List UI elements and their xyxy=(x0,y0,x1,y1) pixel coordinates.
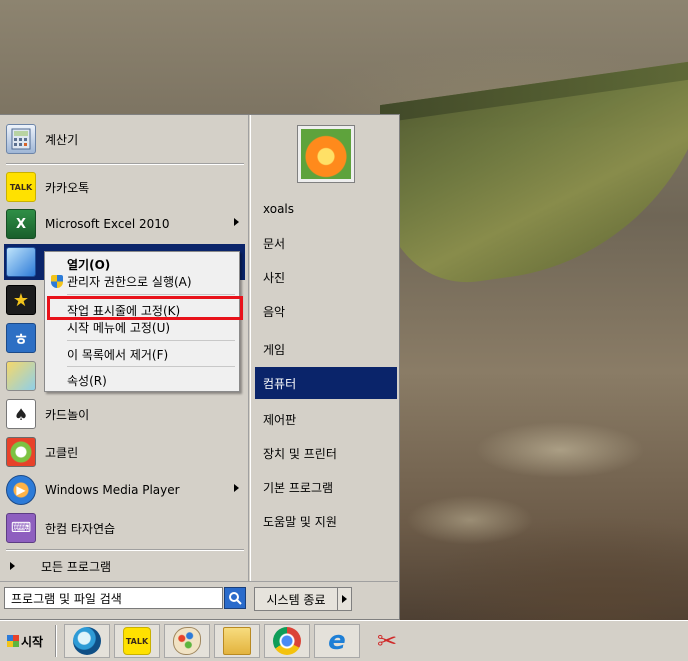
shutdown-label: 시스템 종료 xyxy=(266,592,326,607)
snipping-tool-icon: ✂ xyxy=(376,627,398,655)
windows-flag-icon xyxy=(6,635,19,647)
start-menu-bottom-strip: 프로그램 및 파일 검색 시스템 종료 xyxy=(0,581,398,619)
kakaotalk-icon: TALK xyxy=(6,172,36,202)
app-bird-icon xyxy=(73,627,101,655)
taskbar-kakaotalk[interactable]: TALK xyxy=(114,624,160,658)
program-label: 계산기 xyxy=(45,132,79,147)
taskbar: 시작 TALK e ✂ xyxy=(0,620,688,661)
start-label: 시작 xyxy=(20,634,44,649)
search-icon xyxy=(229,592,242,605)
program-item-typing[interactable]: ⌨ 한컴 타자연습 xyxy=(4,510,245,546)
search-placeholder: 프로그램 및 파일 검색 xyxy=(11,591,122,606)
submenu-arrow-icon[interactable] xyxy=(234,218,239,226)
kakaotalk-icon: TALK xyxy=(123,627,151,655)
goclean-icon xyxy=(6,437,36,467)
program-label: 카카오톡 xyxy=(45,180,90,195)
ctx-item-open[interactable]: 열기(O) xyxy=(67,255,110,273)
program-label: 카드놀이 xyxy=(45,407,90,422)
all-programs-arrow-icon xyxy=(10,562,15,570)
user-picture[interactable] xyxy=(297,125,355,183)
search-button[interactable] xyxy=(224,587,246,609)
shutdown-button[interactable]: 시스템 종료 xyxy=(254,587,338,611)
menu-separator xyxy=(67,366,235,367)
program-item-media-player[interactable]: ▶ Windows Media Player xyxy=(4,472,245,508)
blue-app-icon xyxy=(6,247,36,277)
program-label: 한컴 타자연습 xyxy=(45,521,116,536)
movie-maker-icon: ★ xyxy=(6,285,36,315)
media-player-icon: ▶ xyxy=(6,475,36,505)
program-label: Microsoft Excel 2010 xyxy=(45,217,170,231)
places-item-computer[interactable]: 컴퓨터 xyxy=(255,367,397,399)
program-item-excel[interactable]: X Microsoft Excel 2010 xyxy=(4,206,245,242)
ctx-item-remove[interactable]: 이 목록에서 제거(F) xyxy=(67,345,168,363)
taskbar-file-explorer[interactable] xyxy=(214,624,260,658)
context-menu: 열기(O) 관리자 권한으로 실행(A) 작업 표시줄에 고정(K) 시작 메뉴… xyxy=(44,251,240,392)
program-label: Windows Media Player xyxy=(45,483,180,497)
menu-separator xyxy=(6,549,244,551)
file-explorer-icon xyxy=(223,627,251,655)
taskbar-app-bird[interactable] xyxy=(64,624,110,658)
places-item-games[interactable]: 게임 xyxy=(255,333,397,365)
search-input[interactable]: 프로그램 및 파일 검색 xyxy=(4,587,223,609)
ctx-item-pin-start[interactable]: 시작 메뉴에 고정(U) xyxy=(67,318,170,336)
flower-avatar-icon xyxy=(301,129,351,179)
ctx-item-properties[interactable]: 속성(R) xyxy=(67,371,107,389)
start-menu-places-pane: xoals 문서 사진 음악 게임 컴퓨터 제어판 장치 및 프린터 기본 프로… xyxy=(250,115,398,581)
taskbar-separator xyxy=(55,625,57,657)
program-item-goclean[interactable]: 고클린 xyxy=(4,434,245,470)
hwp-icon: ㅎ xyxy=(6,323,36,353)
all-programs-item[interactable]: 모든 프로그램 xyxy=(4,555,245,577)
program-label: 고클린 xyxy=(45,445,79,460)
chevron-right-icon xyxy=(342,595,347,603)
places-item-music[interactable]: 음악 xyxy=(255,295,397,327)
taskbar-paint[interactable] xyxy=(164,624,210,658)
ctx-item-run-as-admin[interactable]: 관리자 권한으로 실행(A) xyxy=(51,272,192,290)
places-item-devices-printers[interactable]: 장치 및 프린터 xyxy=(255,437,397,469)
pin-taskbar-highlight-box xyxy=(47,296,243,320)
taskbar-internet-explorer[interactable]: e xyxy=(314,624,360,658)
solitaire-icon: ♠ xyxy=(6,399,36,429)
places-item-user[interactable]: xoals xyxy=(255,193,397,225)
program-item-kakaotalk[interactable]: TALK 카카오톡 xyxy=(4,169,245,205)
taskbar-chrome[interactable] xyxy=(264,624,310,658)
all-programs-label: 모든 프로그램 xyxy=(41,559,112,574)
internet-explorer-icon: e xyxy=(328,626,346,656)
taskbar-snipping-tool[interactable]: ✂ xyxy=(364,624,410,658)
places-item-default-programs[interactable]: 기본 프로그램 xyxy=(255,471,397,503)
ctx-label: 관리자 권한으로 실행(A) xyxy=(67,274,192,289)
program-item-solitaire[interactable]: ♠ 카드놀이 xyxy=(4,396,245,432)
wallpaper-hammock xyxy=(380,58,688,296)
program-item-calculator[interactable]: 계산기 xyxy=(4,121,245,157)
paint-icon xyxy=(6,361,36,391)
typing-icon: ⌨ xyxy=(6,513,36,543)
shutdown-options-button[interactable] xyxy=(338,587,352,611)
menu-separator xyxy=(67,294,235,295)
places-item-documents[interactable]: 문서 xyxy=(255,227,397,259)
uac-shield-icon xyxy=(51,274,63,288)
places-item-help-support[interactable]: 도움말 및 지원 xyxy=(255,505,397,537)
places-item-pictures[interactable]: 사진 xyxy=(255,261,397,293)
start-button[interactable]: 시작 xyxy=(2,626,48,656)
places-item-control-panel[interactable]: 제어판 xyxy=(255,403,397,435)
submenu-arrow-icon[interactable] xyxy=(234,484,239,492)
chrome-icon xyxy=(273,627,301,655)
calculator-icon xyxy=(6,124,36,154)
menu-separator xyxy=(67,340,235,341)
paint-icon xyxy=(173,627,201,655)
excel-icon: X xyxy=(6,209,36,239)
menu-separator xyxy=(6,163,244,165)
